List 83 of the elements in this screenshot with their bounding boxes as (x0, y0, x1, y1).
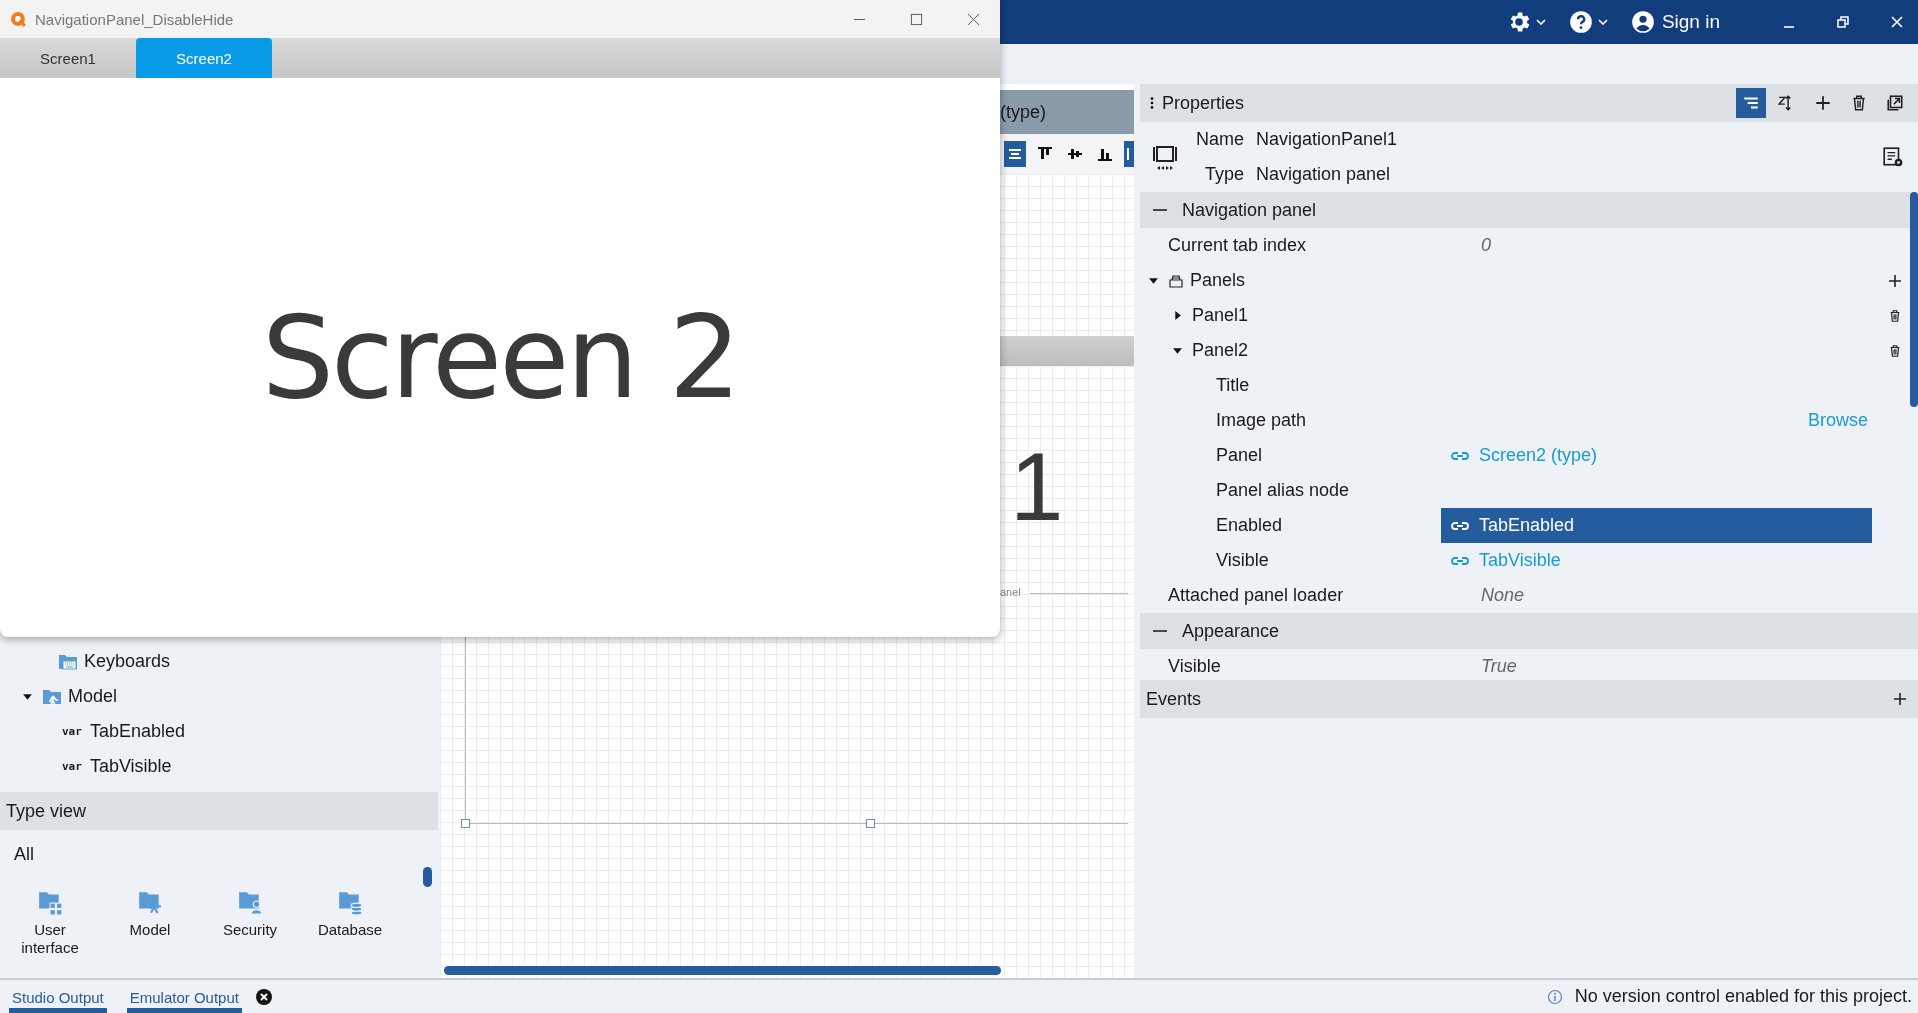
delete-icon[interactable] (1888, 343, 1902, 358)
property-label: Attached panel loader (1168, 585, 1344, 606)
property-label: Panel2 (1192, 340, 1249, 361)
property-label: Panels (1190, 270, 1246, 291)
section-title[interactable]: Appearance (1182, 620, 1280, 642)
selection-handle[interactable] (461, 819, 470, 828)
section-title[interactable]: Events (1146, 688, 1202, 710)
info-icon (1546, 988, 1563, 1005)
property-value[interactable]: True (1441, 656, 1517, 677)
type-tile[interactable]: Security (200, 889, 300, 957)
field-value: NavigationPanel1 (1256, 129, 1398, 150)
sign-in-button[interactable]: Sign in (1629, 9, 1720, 35)
variable-tag: var (62, 725, 82, 738)
type-tile[interactable]: Database (300, 889, 400, 957)
restore-icon[interactable] (1836, 15, 1850, 29)
link-icon (1451, 555, 1469, 566)
tree-item[interactable]: Keyboards (84, 651, 171, 672)
property-label: Visible (1216, 550, 1269, 571)
align-center-icon[interactable] (1004, 141, 1026, 167)
account-icon (1629, 9, 1656, 35)
navigation-panel-icon (1152, 144, 1178, 170)
selection-handle[interactable] (866, 819, 875, 828)
maximize-icon[interactable] (910, 12, 923, 26)
add-icon[interactable] (1887, 272, 1903, 289)
property-label: Visible (1168, 656, 1221, 677)
type-tile[interactable]: Model (100, 889, 200, 957)
property-value[interactable]: None (1441, 585, 1525, 606)
type-view-header: Type view (0, 792, 438, 830)
property-label: Current tab index (1168, 235, 1307, 256)
delete-icon[interactable] (1888, 308, 1902, 323)
caret-icon[interactable] (1148, 275, 1159, 286)
settings-list-icon[interactable] (1882, 146, 1904, 168)
output-tab[interactable]: Studio Output (9, 980, 107, 1013)
filter-icon[interactable] (1736, 88, 1766, 118)
caret-icon[interactable] (1172, 310, 1183, 321)
output-tab[interactable]: Emulator Output (126, 980, 242, 1013)
folder-icon (37, 889, 63, 915)
more-icon[interactable] (1150, 96, 1154, 110)
tree-item[interactable]: TabEnabled (89, 721, 185, 742)
folder-icon (337, 889, 363, 915)
caret-icon[interactable] (1597, 19, 1608, 25)
property-label: Panel alias node (1216, 480, 1350, 501)
property-label: Enabled (1216, 515, 1283, 536)
panel-title: Properties (1162, 92, 1245, 114)
help-icon[interactable] (1567, 9, 1594, 35)
screen-heading: Screen 2 (261, 291, 739, 424)
folder-icon (137, 889, 163, 915)
status-message: No version control enabled for this project. (1574, 986, 1912, 1007)
add-icon[interactable] (1892, 691, 1908, 707)
keyboard-folder-icon (58, 652, 78, 671)
tree-item[interactable]: TabVisible (89, 756, 172, 777)
property-value[interactable]: 0 (1441, 235, 1491, 256)
panel-label: anel (1000, 586, 1021, 598)
canvas-label: 1 (1010, 439, 1064, 535)
type-tile[interactable]: User interface (0, 889, 100, 957)
link-icon (1451, 520, 1469, 531)
scrollbar[interactable] (423, 867, 432, 887)
tab[interactable]: Screen1 (0, 38, 136, 78)
folder-icon (237, 889, 263, 915)
section-title[interactable]: Navigation panel (1182, 199, 1317, 221)
close-icon[interactable] (255, 988, 272, 1005)
tree-item[interactable]: Model (68, 686, 118, 707)
variable-tag: var (62, 760, 82, 773)
field-label: Type (1204, 164, 1244, 185)
property-label: Panel (1216, 445, 1263, 466)
field-label: Name (1196, 129, 1244, 150)
align-left-icon[interactable] (1124, 141, 1134, 167)
scrollbar[interactable] (444, 966, 1001, 975)
filter-label[interactable]: All (0, 830, 48, 865)
property-label: Title (1216, 375, 1250, 396)
property-label: Image path (1216, 410, 1307, 431)
property-link-value[interactable]: TabEnabled (1441, 508, 1872, 543)
link-icon (1451, 450, 1469, 461)
model-folder-icon (42, 687, 62, 706)
caret-icon[interactable] (1172, 345, 1183, 356)
app-logo-icon (10, 10, 27, 28)
scrollbar[interactable] (1910, 192, 1918, 407)
field-value: Navigation panel (1256, 164, 1392, 185)
caret-icon[interactable] (1535, 19, 1546, 25)
caret-icon[interactable] (22, 691, 33, 702)
property-label: Panel1 (1192, 305, 1249, 326)
panels-icon (1168, 272, 1184, 289)
window-title: NavigationPanel_DisableHide (35, 10, 234, 28)
